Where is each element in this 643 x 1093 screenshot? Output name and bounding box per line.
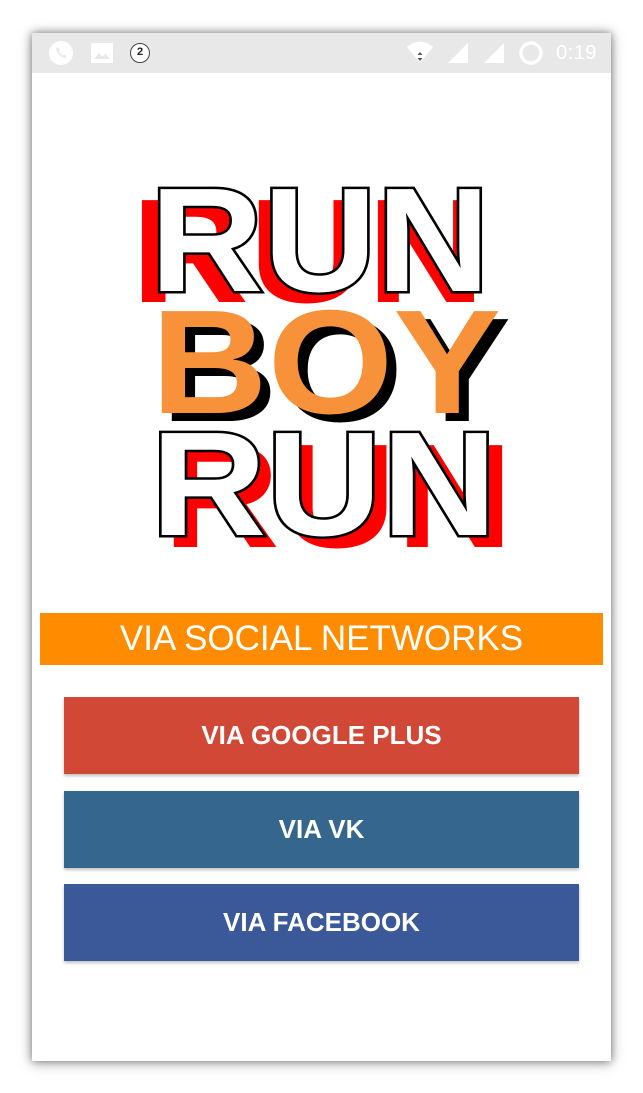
status-clock: 0:19 (556, 41, 597, 64)
app-screen: 2 0:19 RUN RUN BOY BOY RUN RUN VIA SOCIA… (32, 33, 611, 1061)
signal-icon (484, 43, 505, 63)
notification-count-icon: 2 (130, 43, 150, 63)
vk-login-button[interactable]: VIA VK (64, 791, 579, 868)
notification-count: 2 (136, 46, 144, 58)
google-plus-login-button[interactable]: VIA GOOGLE PLUS (64, 697, 579, 774)
facebook-login-button[interactable]: VIA FACEBOOK (64, 884, 579, 961)
image-icon (91, 43, 113, 63)
status-bar: 2 0:19 (32, 33, 611, 73)
logo-run-bottom: RUN (151, 402, 497, 561)
wifi-icon (407, 41, 434, 63)
run-boy-run-logo: RUN RUN BOY BOY RUN RUN (132, 171, 513, 561)
social-networks-header: VIA SOCIAL NETWORKS (40, 613, 603, 665)
phone-icon (49, 41, 73, 65)
loading-icon (519, 41, 543, 65)
signal-icon (448, 43, 469, 63)
status-left-icons: 2 (48, 40, 150, 66)
status-right-icons: 0:19 (406, 40, 597, 66)
